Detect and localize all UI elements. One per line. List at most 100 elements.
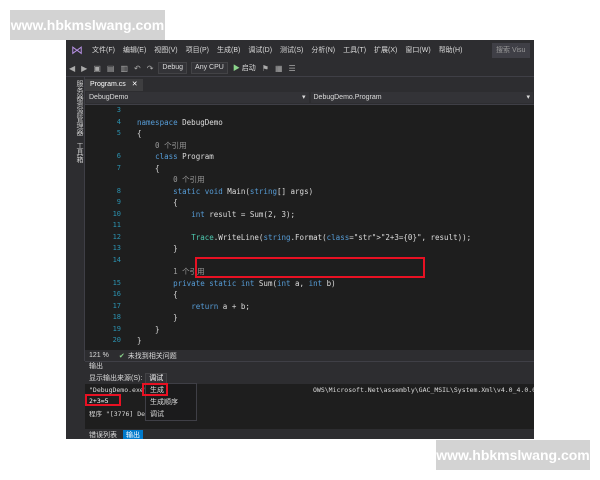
comment-icon[interactable]: ▦ bbox=[272, 64, 286, 73]
output-source-select[interactable]: 调试 bbox=[145, 372, 168, 384]
back-icon[interactable]: ◀ bbox=[66, 64, 78, 73]
code-line[interactable]: 20} bbox=[85, 335, 534, 346]
menu-edit[interactable]: 编辑(E) bbox=[119, 45, 150, 55]
output-right-text: OWS\Microsoft.Net\assembly\GAC_MSIL\Syst… bbox=[313, 386, 534, 394]
code-line[interactable]: 0 个引用 bbox=[85, 174, 534, 185]
code-text: class Program bbox=[155, 152, 214, 161]
chevron-down-icon: ▾ bbox=[301, 94, 306, 101]
indent-icon[interactable]: ☰ bbox=[286, 64, 299, 73]
output-line: 程序 "[3776] Deb bbox=[89, 410, 149, 418]
editor-status-bar: 121 % ✔ 未找到相关问题 bbox=[85, 350, 534, 361]
bookmark-icon[interactable]: ⚑ bbox=[259, 64, 272, 73]
platform-select[interactable]: Any CPU bbox=[191, 62, 228, 74]
output-panel: 输出 显示输出来源(S): 调试 "DebugDemo.exe" 2+3=5 程… bbox=[85, 361, 534, 439]
code-text: { bbox=[137, 198, 178, 207]
code-line[interactable]: 16 { bbox=[85, 289, 534, 300]
code-text: 0 个引用 bbox=[137, 140, 187, 150]
issues-status: 未找到相关问题 bbox=[127, 352, 177, 360]
result-highlight-box bbox=[85, 394, 121, 406]
tab-output[interactable]: 输出 bbox=[123, 429, 143, 439]
code-line[interactable]: 0 个引用 bbox=[85, 140, 534, 151]
chevron-down-icon: ▾ bbox=[526, 94, 530, 101]
watermark-bottom: www.hbkmslwang.com bbox=[436, 440, 590, 470]
menu-file[interactable]: 文件(F) bbox=[88, 45, 119, 55]
code-line[interactable]: 9 { bbox=[85, 197, 534, 208]
visual-studio-window: ⋈ 文件(F) 编辑(E) 视图(V) 项目(P) 生成(B) 调试(D) 测试… bbox=[66, 40, 534, 439]
code-text: } bbox=[137, 336, 142, 345]
tab-program-cs[interactable]: Program.cs ✕ bbox=[85, 79, 143, 91]
menu-bar: ⋈ 文件(F) 编辑(E) 视图(V) 项目(P) 生成(B) 调试(D) 测试… bbox=[66, 40, 534, 60]
code-line[interactable]: 19 } bbox=[85, 324, 534, 335]
menu-view[interactable]: 视图(V) bbox=[150, 45, 181, 55]
line-number: 19 bbox=[112, 324, 121, 333]
new-item-icon[interactable]: ▣ bbox=[90, 64, 104, 73]
line-number: 10 bbox=[112, 209, 121, 218]
code-line[interactable]: 3 bbox=[85, 105, 534, 116]
start-button[interactable]: ▶ 启动 bbox=[230, 63, 259, 73]
line-number: 3 bbox=[116, 106, 121, 114]
code-text: { bbox=[137, 290, 178, 299]
close-icon[interactable]: ✕ bbox=[132, 79, 138, 91]
menu-tools[interactable]: 工具(T) bbox=[339, 45, 370, 55]
save-icon[interactable]: ▤ bbox=[104, 64, 118, 73]
left-tool-strip: 服务器资源管理器 工具箱 bbox=[66, 77, 85, 361]
document-tabs: Program.cs ✕ bbox=[85, 77, 534, 91]
project-nav-select[interactable]: DebugDemo ▾ bbox=[86, 92, 309, 103]
menu-project[interactable]: 项目(P) bbox=[182, 45, 213, 55]
line-number: 4 bbox=[116, 117, 121, 126]
code-text: namespace DebugDemo bbox=[137, 117, 223, 127]
code-line[interactable]: 5{ bbox=[85, 128, 534, 139]
menu-build[interactable]: 生成(B) bbox=[213, 45, 244, 55]
code-text: } bbox=[137, 244, 178, 253]
menu-debug[interactable]: 调试(D) bbox=[244, 45, 276, 55]
code-area[interactable]: 3 4 namespace DebugDemo 5{ 0 个引用 6 class Pro… bbox=[85, 105, 534, 350]
menu-window[interactable]: 窗口(W) bbox=[401, 45, 434, 55]
navigation-bar: DebugDemo ▾ DebugDemo.Program ▾ bbox=[85, 91, 534, 105]
output-source-label: 显示输出来源(S): bbox=[89, 375, 143, 382]
redo-icon[interactable]: ↷ bbox=[144, 64, 157, 73]
save-all-icon[interactable]: ▥ bbox=[117, 64, 131, 73]
server-explorer-tab[interactable]: 服务器资源管理器 bbox=[66, 77, 84, 139]
tab-error-list[interactable]: 错误列表 bbox=[89, 430, 117, 440]
watermark-top: www.hbkmslwang.com bbox=[10, 10, 165, 40]
type-nav-label: DebugDemo.Program bbox=[313, 94, 382, 101]
forward-icon[interactable]: ▶ bbox=[78, 64, 90, 73]
line-number: 20 bbox=[112, 336, 121, 344]
code-line[interactable]: 10 int result = Sum(2, 3); bbox=[85, 209, 534, 220]
code-text: { bbox=[137, 129, 142, 138]
search-input[interactable]: 搜索 Visu bbox=[492, 42, 530, 58]
line-number: 13 bbox=[112, 244, 121, 252]
line-number: 12 bbox=[112, 232, 121, 241]
type-nav-select[interactable]: DebugDemo.Program ▾ bbox=[310, 92, 533, 103]
play-icon: ▶ bbox=[232, 65, 240, 72]
code-line[interactable]: 8 static void Main(string[] args) bbox=[85, 186, 534, 197]
code-editor: Program.cs ✕ DebugDemo ▾ DebugDemo.Progra… bbox=[85, 77, 534, 361]
code-line[interactable]: 13 } bbox=[85, 243, 534, 254]
code-line[interactable]: 11 bbox=[85, 220, 534, 231]
code-line[interactable]: 4 namespace DebugDemo bbox=[85, 117, 534, 128]
code-line[interactable]: 18 } bbox=[85, 312, 534, 323]
start-label: 启动 bbox=[241, 65, 256, 72]
code-text: } bbox=[137, 313, 178, 322]
vs-logo-icon: ⋈ bbox=[71, 43, 83, 57]
dropdown-item-build-order[interactable]: 生成顺序 bbox=[146, 396, 196, 408]
menu-analyze[interactable]: 分析(N) bbox=[307, 45, 339, 55]
dropdown-item-debug[interactable]: 调试 bbox=[146, 408, 196, 420]
code-line[interactable]: 17 return a + b; bbox=[85, 301, 534, 312]
menu-extensions[interactable]: 扩展(X) bbox=[370, 45, 401, 55]
zoom-level[interactable]: 121 % bbox=[85, 352, 109, 359]
project-nav-label: DebugDemo bbox=[89, 94, 129, 101]
line-number: 9 bbox=[116, 198, 121, 206]
line-number: 8 bbox=[116, 186, 121, 195]
code-text: static void Main(string[] args) bbox=[173, 186, 314, 196]
toolbox-tab[interactable]: 工具箱 bbox=[66, 139, 84, 166]
code-line[interactable]: 15 private static int Sum(int a, int b) bbox=[85, 278, 534, 289]
config-select[interactable]: Debug bbox=[158, 62, 188, 74]
output-line: "DebugDemo.exe" bbox=[89, 386, 148, 394]
code-line[interactable]: 7 { bbox=[85, 163, 534, 174]
code-line[interactable]: 12 Trace.WriteLine(string.Format(class="… bbox=[85, 232, 534, 243]
menu-test[interactable]: 测试(S) bbox=[276, 45, 307, 55]
code-line[interactable]: 6 class Program bbox=[85, 151, 534, 162]
menu-help[interactable]: 帮助(H) bbox=[435, 45, 467, 55]
undo-icon[interactable]: ↶ bbox=[131, 64, 144, 73]
